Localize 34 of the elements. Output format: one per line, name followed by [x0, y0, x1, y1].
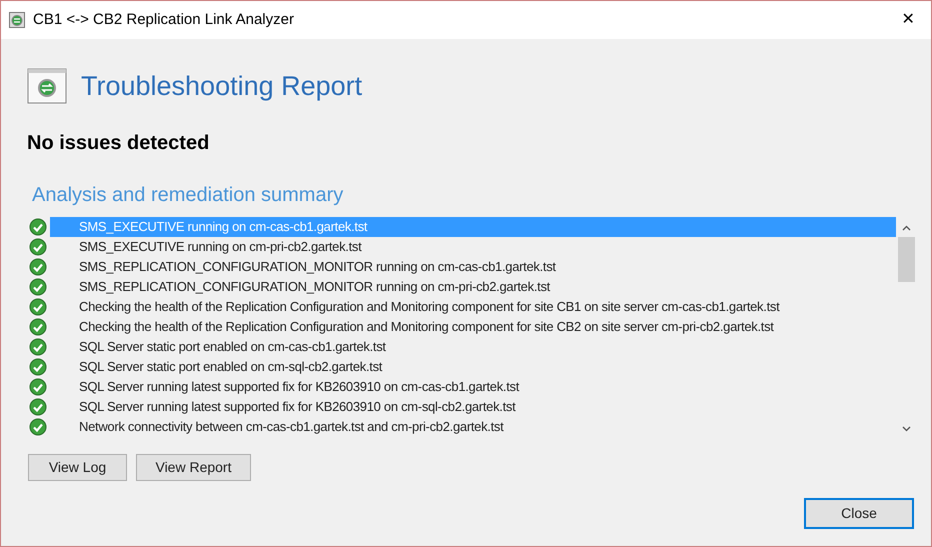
action-button[interactable]: View Report [136, 454, 251, 481]
report-heading: Troubleshooting Report [81, 70, 362, 103]
list-item[interactable]: SMS_REPLICATION_CONFIGURATION_MONITOR running on cm-cas-cb1.gartek.tst [50, 257, 896, 277]
scroll-thumb[interactable] [898, 237, 914, 282]
window-title: CB1 <-> CB2 Replication Link Analyzer [33, 10, 294, 30]
check-icon [29, 318, 47, 336]
check-icon [29, 258, 47, 276]
list-item[interactable]: SMS_EXECUTIVE running on cm-pri-cb2.gartek.tst [50, 237, 896, 257]
list-item[interactable]: SQL Server static port enabled on cm-sql-cb2.gartek.tst [50, 357, 896, 377]
summary-heading: Analysis and remediation summary [32, 183, 344, 207]
check-icon [29, 218, 47, 236]
check-icon [29, 378, 47, 396]
report-icon [27, 68, 67, 104]
result-text: No issues detected [27, 131, 210, 155]
app-icon [9, 12, 25, 28]
list-item[interactable]: SQL Server static port enabled on cm-cas-cb1.gartek.tst [50, 337, 896, 357]
list-item[interactable]: SMS_REPLICATION_CONFIGURATION_MONITOR running on cm-pri-cb2.gartek.tst [50, 277, 896, 297]
check-icon [29, 398, 47, 416]
close-button[interactable]: ✕ [885, 1, 931, 39]
check-icon [29, 298, 47, 316]
close-button[interactable]: Close [804, 498, 914, 529]
list-item[interactable]: Checking the health of the Replication Configuration and Monitoring component for site CB1 on site server cm-cas-cb1.gartek.tst [50, 297, 896, 317]
list-item[interactable]: Checking the health of the Replication Configuration and Monitoring component for site CB2 on site server cm-pri-cb2.gartek.tst [50, 317, 896, 337]
list-item[interactable]: Network connectivity between cm-cas-cb1.gartek.tst and cm-pri-cb2.gartek.tst [50, 417, 896, 437]
scroll-down-icon[interactable] [902, 426, 910, 432]
check-icon [29, 238, 47, 256]
check-icon [29, 418, 47, 436]
list-item[interactable]: SQL Server running latest supported fix for KB2603910 on cm-sql-cb2.gartek.tst [50, 397, 896, 417]
check-icon [29, 338, 47, 356]
list-item[interactable]: SQL Server running latest supported fix for KB2603910 on cm-cas-cb1.gartek.tst [50, 377, 896, 397]
check-icon [29, 278, 47, 296]
scroll-up-icon[interactable] [902, 225, 910, 231]
check-icon [29, 358, 47, 376]
action-button[interactable]: View Log [28, 454, 127, 481]
